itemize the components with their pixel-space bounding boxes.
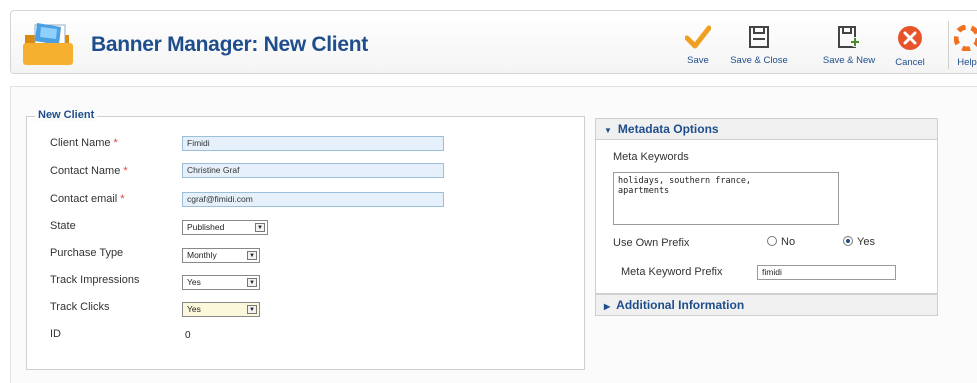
- meta-keyword-prefix-label: Meta Keyword Prefix: [621, 266, 723, 278]
- contact-name-label-text: Contact Name: [50, 165, 121, 177]
- toolbar-divider: [948, 21, 949, 69]
- cancel-button[interactable]: Cancel: [888, 17, 932, 71]
- purchase-type-select-value: Monthly: [187, 250, 217, 260]
- meta-keywords-label: Meta Keywords: [613, 151, 689, 163]
- contact-name-input[interactable]: Christine Graf: [182, 163, 444, 178]
- toolbar-header: Banner Manager: New Client Save Save & C…: [10, 10, 977, 74]
- floppy-disk-plus-icon: [838, 26, 860, 48]
- help-lifebuoy-icon: [954, 25, 977, 51]
- use-own-prefix-yes-label: Yes: [857, 236, 875, 248]
- purchase-type-label: Purchase Type: [50, 247, 124, 259]
- contact-email-input[interactable]: cgraf@fimidi.com: [182, 192, 444, 207]
- track-clicks-select[interactable]: Yes ▼: [182, 302, 260, 317]
- banner-manager-logo-icon: [23, 23, 73, 65]
- use-own-prefix-no-label: No: [781, 236, 796, 248]
- use-own-prefix-yes-radio[interactable]: [843, 236, 853, 246]
- client-name-label-text: Client Name: [50, 137, 111, 149]
- use-own-prefix-label: Use Own Prefix: [613, 237, 690, 249]
- metadata-options-title: Metadata Options: [617, 122, 719, 136]
- cancel-button-label: Cancel: [895, 57, 925, 68]
- save-new-button[interactable]: Save & New: [816, 17, 882, 71]
- chevron-down-icon: ▼: [247, 251, 257, 260]
- required-marker: *: [120, 193, 125, 205]
- track-impressions-label: Track Impressions: [50, 274, 140, 286]
- checkmark-icon: [685, 25, 711, 49]
- contact-email-label-text: Contact email: [50, 193, 118, 205]
- chevron-down-icon: ▼: [247, 278, 257, 287]
- metadata-options-toggle[interactable]: ▼ Metadata Options: [595, 118, 938, 140]
- state-select-value: Published: [187, 222, 225, 232]
- save-close-button[interactable]: Save & Close: [724, 17, 794, 71]
- track-impressions-select-value: Yes: [187, 277, 201, 287]
- id-value: 0: [185, 330, 191, 341]
- use-own-prefix-no-radio[interactable]: [767, 236, 777, 246]
- page-title: Banner Manager: New Client: [91, 33, 368, 56]
- floppy-disk-icon: [749, 26, 769, 48]
- required-marker: *: [113, 137, 118, 149]
- meta-keywords-textarea[interactable]: holidays, southern france, apartments: [613, 172, 839, 225]
- required-marker: *: [123, 165, 128, 177]
- purchase-type-select[interactable]: Monthly ▼: [182, 248, 260, 263]
- additional-information-toggle[interactable]: ▶ Additional Information: [595, 294, 938, 316]
- expanded-triangle-icon: ▼: [604, 126, 612, 135]
- track-impressions-select[interactable]: Yes ▼: [182, 275, 260, 290]
- help-button[interactable]: Help: [952, 17, 977, 71]
- new-client-fieldset: [26, 116, 585, 370]
- save-new-button-label: Save & New: [822, 55, 876, 66]
- contact-name-label: Contact Name *: [50, 165, 128, 177]
- client-name-input[interactable]: Fimidi: [182, 136, 444, 151]
- state-select[interactable]: Published ▼: [182, 220, 268, 235]
- cancel-circle-icon: [898, 26, 922, 50]
- chevron-down-icon: ▼: [247, 305, 257, 314]
- save-close-button-label: Save & Close: [730, 55, 788, 66]
- track-clicks-select-value: Yes: [187, 304, 201, 314]
- fieldset-legend: New Client: [35, 109, 98, 121]
- collapsed-triangle-icon: ▶: [604, 302, 611, 311]
- client-name-label: Client Name *: [50, 137, 118, 149]
- state-label: State: [50, 220, 76, 232]
- help-button-label: Help: [957, 57, 977, 68]
- track-clicks-label: Track Clicks: [50, 301, 110, 313]
- save-button[interactable]: Save: [676, 17, 720, 71]
- save-button-label: Save: [687, 55, 709, 66]
- id-label: ID: [50, 328, 61, 340]
- chevron-down-icon: ▼: [255, 223, 265, 232]
- additional-information-title: Additional Information: [616, 298, 745, 312]
- contact-email-label: Contact email *: [50, 193, 125, 205]
- meta-keyword-prefix-input[interactable]: fimidi: [757, 265, 896, 280]
